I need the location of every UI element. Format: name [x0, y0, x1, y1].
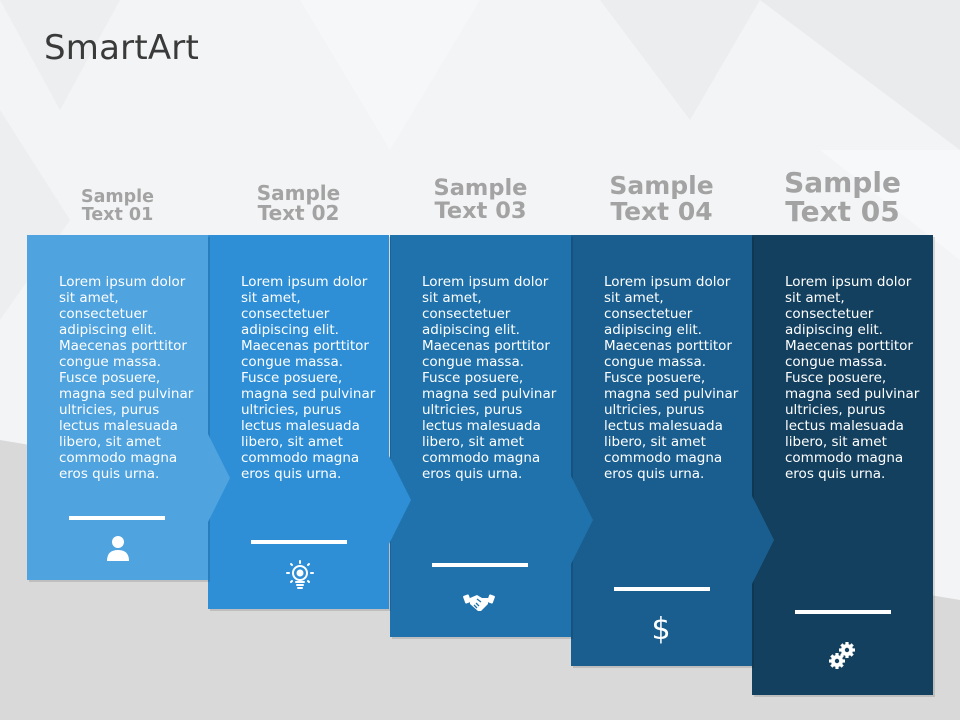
step-body-5: Lorem ipsum dolor sit amet, consectetuer…: [785, 274, 920, 482]
step-divider-1: [69, 516, 165, 520]
step-heading-2-line2: Text 02: [257, 201, 340, 226]
step-heading-4-line1: Sample: [609, 171, 714, 200]
step-heading-2: Sample Text 02: [208, 183, 389, 224]
step-divider-3: [432, 563, 528, 567]
step-heading-5-line1: Sample: [784, 166, 901, 199]
step-heading-1-line2: Text 01: [81, 204, 154, 225]
step-divider-2: [251, 540, 347, 544]
step-heading-3-line1: Sample: [433, 175, 528, 201]
step-divider-5: [795, 610, 891, 614]
step-body-3: Lorem ipsum dolor sit amet, consectetuer…: [422, 274, 557, 482]
lightbulb-icon: [284, 559, 316, 591]
step-divider-4: [614, 587, 710, 591]
handshake-icon: [463, 586, 495, 618]
step-heading-4-line2: Text 04: [610, 196, 713, 226]
step-body-4: Lorem ipsum dolor sit amet, consectetuer…: [604, 274, 739, 482]
svg-text:$: $: [651, 612, 670, 644]
step-heading-2-line1: Sample: [256, 181, 341, 205]
step-heading-3: Sample Text 03: [390, 177, 571, 223]
step-heading-5: Sample Text 05: [752, 166, 933, 228]
step-heading-4: Sample Text 04: [571, 173, 752, 224]
step-heading-1: Sample Text 01: [27, 188, 208, 225]
step-heading-5-line2: Text 05: [785, 194, 900, 228]
step-body-2: Lorem ipsum dolor sit amet, consectetuer…: [241, 274, 376, 482]
step-heading-3-line2: Text 03: [434, 197, 527, 224]
step-body-1: Lorem ipsum dolor sit amet, consectetuer…: [59, 274, 194, 482]
user-icon: [102, 533, 134, 565]
dollar-icon: $: [645, 612, 677, 644]
gears-icon: [826, 640, 858, 672]
